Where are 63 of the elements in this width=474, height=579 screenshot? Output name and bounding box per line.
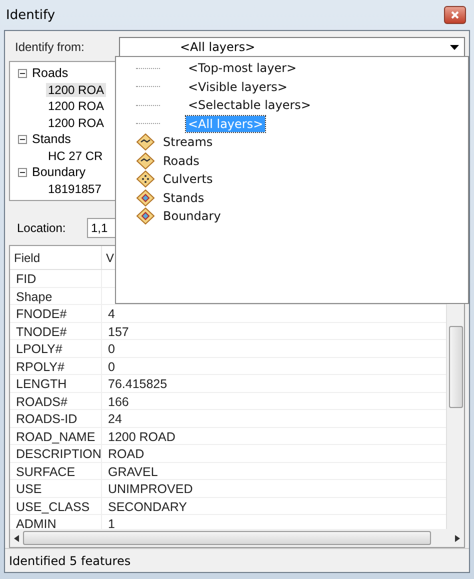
layer-option[interactable]: Stands <box>161 190 206 206</box>
tree-item[interactable]: 1200 ROA <box>46 82 106 97</box>
table-cell: ROAD_NAME <box>10 428 102 444</box>
line-layer-icon <box>136 152 155 170</box>
layer-dropdown[interactable]: <All layers> <box>119 37 465 57</box>
table-cell-text: SECONDARY <box>107 498 188 514</box>
layer-option[interactable]: Streams <box>161 134 215 150</box>
table-cell-text: 1200 ROAD <box>107 428 176 444</box>
window-title: Identify <box>6 8 56 22</box>
table-cell-text: 24 <box>107 411 123 426</box>
dropdown-option[interactable]: <Selectable layers> <box>186 97 313 114</box>
horizontal-scrollbar[interactable] <box>10 529 464 547</box>
status-text: Identified 5 features <box>8 554 132 568</box>
collapse-icon[interactable] <box>18 168 27 177</box>
table-cell: USE <box>10 480 102 496</box>
tree-group[interactable]: Boundary <box>30 165 88 180</box>
tree-group[interactable]: Roads <box>30 66 70 80</box>
tree-group[interactable]: Stands <box>30 132 73 146</box>
table-cell-text: GRAVEL <box>107 464 159 479</box>
table-cell-text: 0 <box>107 358 116 374</box>
polygon-layer-icon <box>136 207 155 226</box>
dropdown-arrow-icon <box>450 44 458 50</box>
scroll-right-icon <box>455 534 460 542</box>
scroll-left-icon <box>14 534 19 542</box>
table-cell: USE_CLASS <box>10 498 102 514</box>
location-label: Location: <box>16 221 67 235</box>
table-cell-text: UNIMPROVED <box>107 481 194 496</box>
tree-item[interactable]: 1200 ROA <box>46 116 106 130</box>
table-cell-text: 4 <box>107 306 116 322</box>
polygon-layer-icon <box>136 188 155 207</box>
table-cell: RPOLY# <box>10 358 102 374</box>
table-cell: Shape <box>10 288 102 304</box>
table-cell-text: 166 <box>107 394 130 409</box>
table-cell: TNODE# <box>10 322 102 339</box>
table-cell: LENGTH <box>10 375 102 392</box>
table-cell: ROADS-ID <box>10 410 102 426</box>
tree-item[interactable]: 18191857 <box>46 182 104 196</box>
dropdown-option[interactable]: <Visible layers> <box>186 78 290 95</box>
layer-option[interactable]: Roads <box>161 152 202 169</box>
table-cell-text: 0 <box>107 341 116 356</box>
layer-option[interactable]: Boundary <box>161 208 223 224</box>
table-cell: DESCRIPTION <box>10 445 102 462</box>
identify-from-label: Identify from: <box>14 40 86 54</box>
line-layer-icon <box>136 133 155 152</box>
table-cell-text: 76.415825 <box>107 376 168 392</box>
table-cell-text: ROAD <box>107 446 146 462</box>
table-cell-text: 157 <box>107 324 130 339</box>
column-header[interactable]: Field <box>10 246 102 269</box>
point-layer-icon <box>136 170 155 188</box>
table-cell: LPOLY# <box>10 340 102 356</box>
collapse-icon[interactable] <box>18 134 27 144</box>
table-cell: FNODE# <box>10 305 102 322</box>
tree-item[interactable]: HC 27 CR <box>46 148 105 163</box>
layer-option[interactable]: Culverts <box>161 171 215 188</box>
tree-item[interactable]: 1200 ROA <box>46 99 106 114</box>
close-icon <box>451 11 459 19</box>
collapse-icon[interactable] <box>18 68 27 78</box>
table-cell: FID <box>10 270 102 286</box>
dropdown-option[interactable]: <Top-most layer> <box>186 60 299 76</box>
table-cell: SURFACE <box>10 462 102 479</box>
table-cell: ROADS# <box>10 392 102 409</box>
close-button[interactable] <box>444 6 466 24</box>
table-cell-text: 1 <box>107 516 116 529</box>
